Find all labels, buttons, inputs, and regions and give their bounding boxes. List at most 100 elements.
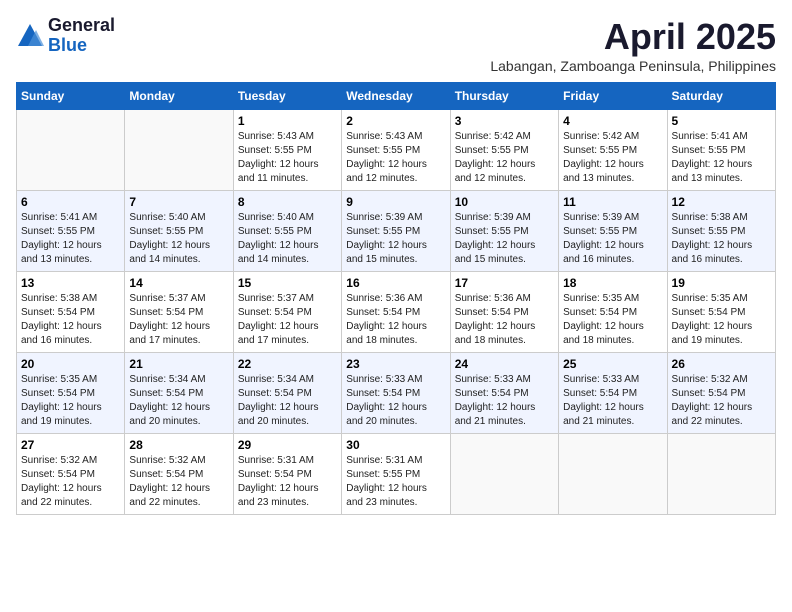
- header-day-monday: Monday: [125, 83, 233, 110]
- calendar-cell: 18 Sunrise: 5:35 AMSunset: 5:54 PMDayligh…: [559, 272, 667, 353]
- day-info: Sunrise: 5:34 AMSunset: 5:54 PMDaylight:…: [129, 373, 228, 429]
- logo-icon: [16, 22, 44, 50]
- day-info: Sunrise: 5:35 AMSunset: 5:54 PMDaylight:…: [563, 292, 662, 348]
- day-number: 25: [563, 357, 662, 371]
- header-day-friday: Friday: [559, 83, 667, 110]
- day-number: 27: [21, 438, 120, 452]
- calendar-cell: 2Sunrise: 5:43 AMSunset: 5:55 PMDaylight…: [342, 110, 450, 191]
- day-number: 18: [563, 276, 662, 290]
- calendar-cell: 17Sunrise: 5:36 AMSunset: 5:54 PMDayligh…: [450, 272, 558, 353]
- calendar-cell: 21 Sunrise: 5:34 AMSunset: 5:54 PMDayligh…: [125, 353, 233, 434]
- calendar-cell: 14 Sunrise: 5:37 AMSunset: 5:54 PMDayligh…: [125, 272, 233, 353]
- header-day-wednesday: Wednesday: [342, 83, 450, 110]
- day-info: Sunrise: 5:31 AMSunset: 5:54 PMDaylight:…: [238, 454, 337, 510]
- location-subtitle: Labangan, Zamboanga Peninsula, Philippin…: [490, 58, 776, 74]
- header-day-saturday: Saturday: [667, 83, 775, 110]
- calendar-cell: 20Sunrise: 5:35 AMSunset: 5:54 PMDayligh…: [17, 353, 125, 434]
- calendar-cell: 12 Sunrise: 5:38 AMSunset: 5:55 PMDayligh…: [667, 191, 775, 272]
- day-info: Sunrise: 5:41 AMSunset: 5:55 PMDaylight:…: [672, 130, 771, 186]
- calendar-cell: 23 Sunrise: 5:33 AMSunset: 5:54 PMDayligh…: [342, 353, 450, 434]
- calendar-week-3: 13 Sunrise: 5:38 AMSunset: 5:54 PMDayligh…: [17, 272, 776, 353]
- day-info: Sunrise: 5:32 AMSunset: 5:54 PMDaylight:…: [672, 373, 771, 429]
- day-number: 21: [129, 357, 228, 371]
- day-number: 19: [672, 276, 771, 290]
- calendar-cell: 16 Sunrise: 5:36 AMSunset: 5:54 PMDayligh…: [342, 272, 450, 353]
- calendar-cell: 22 Sunrise: 5:34 AMSunset: 5:54 PMDayligh…: [233, 353, 341, 434]
- calendar-cell: 27 Sunrise: 5:32 AMSunset: 5:54 PMDayligh…: [17, 434, 125, 515]
- calendar-week-5: 27 Sunrise: 5:32 AMSunset: 5:54 PMDayligh…: [17, 434, 776, 515]
- day-info: Sunrise: 5:33 AMSunset: 5:54 PMDaylight:…: [346, 373, 445, 429]
- calendar-cell: 3 Sunrise: 5:42 AMSunset: 5:55 PMDaylight…: [450, 110, 558, 191]
- header-day-thursday: Thursday: [450, 83, 558, 110]
- day-number: 6: [21, 195, 120, 209]
- calendar-cell: 24 Sunrise: 5:33 AMSunset: 5:54 PMDayligh…: [450, 353, 558, 434]
- calendar-cell: 19 Sunrise: 5:35 AMSunset: 5:54 PMDayligh…: [667, 272, 775, 353]
- calendar-cell: 13 Sunrise: 5:38 AMSunset: 5:54 PMDayligh…: [17, 272, 125, 353]
- day-info: Sunrise: 5:33 AMSunset: 5:54 PMDaylight:…: [455, 373, 554, 429]
- calendar-cell: [125, 110, 233, 191]
- calendar-cell: [17, 110, 125, 191]
- title-block: April 2025 Labangan, Zamboanga Peninsula…: [490, 16, 776, 74]
- day-number: 26: [672, 357, 771, 371]
- header-day-tuesday: Tuesday: [233, 83, 341, 110]
- day-info: Sunrise: 5:33 AMSunset: 5:54 PMDaylight:…: [563, 373, 662, 429]
- day-info: Sunrise: 5:36 AMSunset: 5:54 PMDaylight:…: [455, 292, 554, 348]
- calendar-cell: 29 Sunrise: 5:31 AMSunset: 5:54 PMDayligh…: [233, 434, 341, 515]
- day-info: Sunrise: 5:36 AMSunset: 5:54 PMDaylight:…: [346, 292, 445, 348]
- day-number: 29: [238, 438, 337, 452]
- day-info: Sunrise: 5:43 AMSunset: 5:55 PMDaylight:…: [346, 130, 445, 186]
- day-info: Sunrise: 5:38 AMSunset: 5:54 PMDaylight:…: [21, 292, 120, 348]
- day-number: 1: [238, 114, 337, 128]
- calendar-table: SundayMondayTuesdayWednesdayThursdayFrid…: [16, 82, 776, 515]
- day-number: 7: [129, 195, 228, 209]
- day-number: 10: [455, 195, 554, 209]
- calendar-cell: 8Sunrise: 5:40 AMSunset: 5:55 PMDaylight…: [233, 191, 341, 272]
- calendar-week-1: 1 Sunrise: 5:43 AMSunset: 5:55 PMDaylight…: [17, 110, 776, 191]
- day-number: 30: [346, 438, 445, 452]
- day-number: 9: [346, 195, 445, 209]
- calendar-cell: 4Sunrise: 5:42 AMSunset: 5:55 PMDaylight…: [559, 110, 667, 191]
- day-number: 13: [21, 276, 120, 290]
- day-number: 14: [129, 276, 228, 290]
- calendar-week-2: 6 Sunrise: 5:41 AMSunset: 5:55 PMDaylight…: [17, 191, 776, 272]
- calendar-cell: 6 Sunrise: 5:41 AMSunset: 5:55 PMDaylight…: [17, 191, 125, 272]
- day-number: 16: [346, 276, 445, 290]
- day-number: 22: [238, 357, 337, 371]
- calendar-cell: 15Sunrise: 5:37 AMSunset: 5:54 PMDayligh…: [233, 272, 341, 353]
- day-info: Sunrise: 5:40 AMSunset: 5:55 PMDaylight:…: [238, 211, 337, 267]
- calendar-body: 1 Sunrise: 5:43 AMSunset: 5:55 PMDaylight…: [17, 110, 776, 515]
- day-info: Sunrise: 5:37 AMSunset: 5:54 PMDaylight:…: [238, 292, 337, 348]
- day-info: Sunrise: 5:40 AMSunset: 5:55 PMDaylight:…: [129, 211, 228, 267]
- day-info: Sunrise: 5:31 AMSunset: 5:55 PMDaylight:…: [346, 454, 445, 510]
- day-number: 4: [563, 114, 662, 128]
- day-info: Sunrise: 5:32 AMSunset: 5:54 PMDaylight:…: [21, 454, 120, 510]
- calendar-cell: 7 Sunrise: 5:40 AMSunset: 5:55 PMDaylight…: [125, 191, 233, 272]
- calendar-cell: 11 Sunrise: 5:39 AMSunset: 5:55 PMDayligh…: [559, 191, 667, 272]
- day-info: Sunrise: 5:39 AMSunset: 5:55 PMDaylight:…: [563, 211, 662, 267]
- header-row: SundayMondayTuesdayWednesdayThursdayFrid…: [17, 83, 776, 110]
- day-info: Sunrise: 5:39 AMSunset: 5:55 PMDaylight:…: [455, 211, 554, 267]
- calendar-cell: 28 Sunrise: 5:32 AMSunset: 5:54 PMDayligh…: [125, 434, 233, 515]
- calendar-cell: 10 Sunrise: 5:39 AMSunset: 5:55 PMDayligh…: [450, 191, 558, 272]
- day-info: Sunrise: 5:32 AMSunset: 5:54 PMDaylight:…: [129, 454, 228, 510]
- day-info: Sunrise: 5:37 AMSunset: 5:54 PMDaylight:…: [129, 292, 228, 348]
- day-number: 23: [346, 357, 445, 371]
- day-info: Sunrise: 5:43 AMSunset: 5:55 PMDaylight:…: [238, 130, 337, 186]
- header-day-sunday: Sunday: [17, 83, 125, 110]
- day-number: 5: [672, 114, 771, 128]
- calendar-cell: 5 Sunrise: 5:41 AMSunset: 5:55 PMDaylight…: [667, 110, 775, 191]
- day-info: Sunrise: 5:41 AMSunset: 5:55 PMDaylight:…: [21, 211, 120, 267]
- day-info: Sunrise: 5:35 AMSunset: 5:54 PMDaylight:…: [672, 292, 771, 348]
- day-number: 3: [455, 114, 554, 128]
- day-info: Sunrise: 5:38 AMSunset: 5:55 PMDaylight:…: [672, 211, 771, 267]
- day-number: 11: [563, 195, 662, 209]
- calendar-cell: [450, 434, 558, 515]
- day-info: Sunrise: 5:42 AMSunset: 5:55 PMDaylight:…: [455, 130, 554, 186]
- day-number: 24: [455, 357, 554, 371]
- day-info: Sunrise: 5:34 AMSunset: 5:54 PMDaylight:…: [238, 373, 337, 429]
- logo-general-text: General: [48, 16, 115, 36]
- day-number: 12: [672, 195, 771, 209]
- day-number: 28: [129, 438, 228, 452]
- day-number: 20: [21, 357, 120, 371]
- calendar-week-4: 20Sunrise: 5:35 AMSunset: 5:54 PMDayligh…: [17, 353, 776, 434]
